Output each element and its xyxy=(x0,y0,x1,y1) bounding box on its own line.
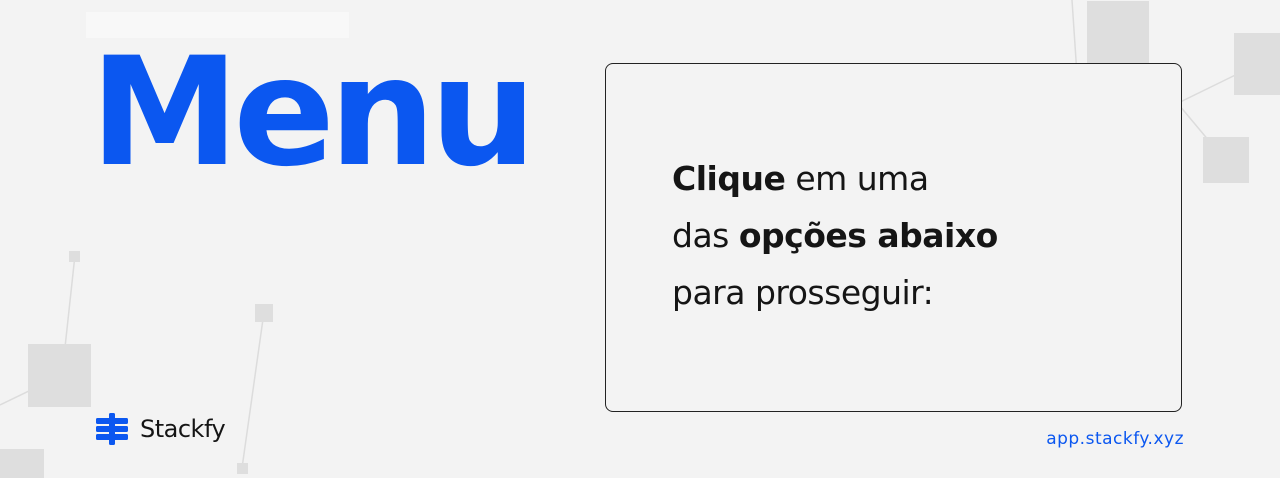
instruction-card: Clique em uma das opções abaixo para pro… xyxy=(605,63,1182,412)
instruction-text: Clique em uma das opções abaixo para pro… xyxy=(672,150,998,321)
brand-logo: Stackfy xyxy=(96,413,226,445)
stackfy-logo-icon xyxy=(96,413,128,445)
site-url-link[interactable]: app.stackfy.xyz xyxy=(1046,429,1184,449)
instruction-line-1-rest: em uma xyxy=(785,159,929,198)
instruction-line-2-start: das xyxy=(672,216,739,255)
instruction-line-1: Clique em uma xyxy=(672,150,998,207)
instruction-line-2-bold: opções abaixo xyxy=(738,216,998,255)
page-title: Menu xyxy=(90,26,537,200)
instruction-line-2: das opções abaixo xyxy=(672,207,998,264)
instruction-line-3: para prosseguir: xyxy=(672,273,934,312)
brand-name: Stackfy xyxy=(140,415,226,443)
instruction-line-1-bold: Clique xyxy=(672,159,786,198)
